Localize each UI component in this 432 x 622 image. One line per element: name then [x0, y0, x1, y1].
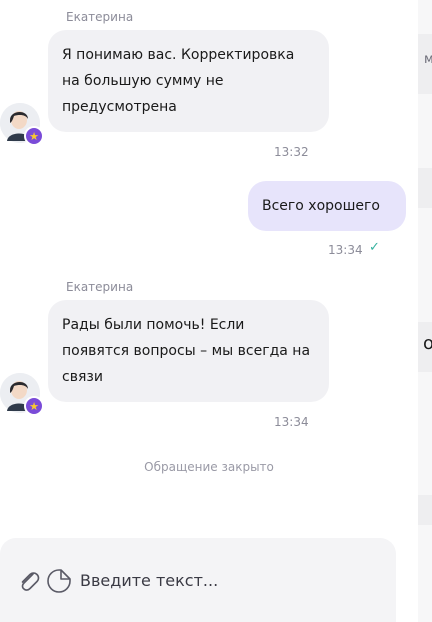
message-time: 13:34 [328, 243, 363, 257]
paperclip-icon[interactable] [16, 568, 42, 594]
message-time: 13:32 [274, 145, 309, 159]
message-composer [0, 538, 396, 622]
side-glyph: м [424, 52, 432, 67]
star-badge-icon: ★ [24, 126, 44, 146]
read-check-icon: ✓ [369, 240, 380, 255]
ticket-closed-note: Обращение закрыто [144, 460, 274, 474]
message-input[interactable] [80, 566, 370, 594]
side-pane [418, 0, 432, 622]
incoming-message-bubble: Рады были помочь! Если появятся вопросы … [48, 300, 329, 402]
incoming-message-bubble: Я понимаю вас. Корректировка на большую … [48, 30, 329, 132]
agent-avatar: ★ [0, 373, 44, 416]
message-time: 13:34 [274, 415, 309, 429]
star-badge-icon: ★ [24, 396, 44, 416]
sender-name: Екатерина [66, 280, 134, 294]
sender-name: Екатерина [66, 10, 134, 24]
agent-avatar: ★ [0, 103, 44, 146]
side-block [418, 495, 432, 525]
outgoing-message-bubble: Всего хорошего [248, 181, 406, 231]
side-glyph: о [423, 333, 432, 354]
side-block [418, 168, 432, 208]
sticker-icon[interactable] [46, 568, 72, 594]
